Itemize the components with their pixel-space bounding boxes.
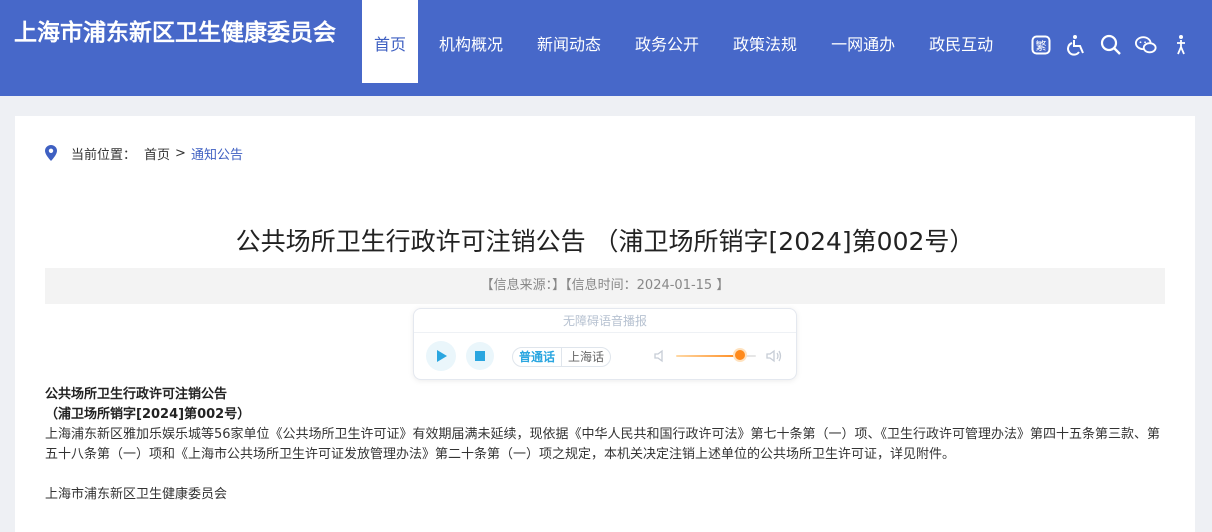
body-signature: 上海市浦东新区卫生健康委员会 bbox=[45, 487, 228, 502]
traditional-chinese-icon[interactable]: 繁 bbox=[1030, 34, 1052, 56]
breadcrumb-current[interactable]: 通知公告 bbox=[191, 144, 243, 163]
accessibility-icon[interactable] bbox=[1065, 34, 1087, 56]
nav-home[interactable]: 首页 bbox=[362, 0, 418, 83]
play-icon bbox=[437, 350, 447, 362]
volume-low-icon[interactable] bbox=[654, 349, 668, 363]
body-heading-2: （浦卫场所销字[2024]第002号） bbox=[45, 407, 251, 422]
article-meta: 【信息来源：】【信息时间：2024-01-15 】 bbox=[45, 268, 1165, 304]
nav-policies[interactable]: 政策法规 bbox=[716, 0, 814, 83]
site-title[interactable]: 上海市浦东新区卫生健康委员会 bbox=[14, 13, 336, 47]
main-content: 当前位置： 首页 > 通知公告 公共场所卫生行政许可注销公告 （浦卫场所销字[2… bbox=[15, 116, 1195, 532]
main-nav: 首页 机构概况 新闻动态 政务公开 政策法规 一网通办 政民互动 bbox=[362, 0, 1010, 83]
article-title: 公共场所卫生行政许可注销公告 （浦卫场所销字[2024]第002号） bbox=[235, 227, 975, 256]
stop-icon bbox=[475, 351, 485, 361]
player-title: 无障碍语音播报 bbox=[414, 309, 796, 333]
breadcrumb-home[interactable]: 首页 bbox=[144, 144, 170, 163]
location-pin-icon bbox=[45, 145, 57, 161]
svg-text:繁: 繁 bbox=[1036, 39, 1047, 53]
breadcrumb-separator: > bbox=[175, 145, 186, 161]
stop-button[interactable] bbox=[466, 342, 494, 370]
nav-online-services[interactable]: 一网通办 bbox=[814, 0, 912, 83]
language-toggle: 普通话 上海话 bbox=[512, 347, 612, 367]
volume-knob[interactable] bbox=[735, 350, 745, 360]
play-button[interactable] bbox=[426, 341, 456, 371]
lang-shanghainese[interactable]: 上海话 bbox=[562, 348, 610, 366]
audio-player: 无障碍语音播报 普通话 上海话 bbox=[413, 308, 797, 380]
article-body: 公共场所卫生行政许可注销公告 （浦卫场所销字[2024]第002号） 上海浦东新… bbox=[45, 385, 1167, 505]
nav-government-affairs[interactable]: 政务公开 bbox=[618, 0, 716, 83]
wechat-icon[interactable] bbox=[1135, 34, 1157, 56]
nav-organization[interactable]: 机构概况 bbox=[422, 0, 520, 83]
elder-mode-icon[interactable] bbox=[1170, 34, 1192, 56]
body-heading-1: 公共场所卫生行政许可注销公告 bbox=[45, 387, 228, 402]
volume-high-icon[interactable] bbox=[766, 349, 784, 363]
breadcrumb: 当前位置： 首页 > 通知公告 bbox=[45, 144, 243, 163]
nav-news[interactable]: 新闻动态 bbox=[520, 0, 618, 83]
body-paragraph: 上海浦东新区雅加乐娱乐城等56家单位《公共场所卫生许可证》有效期届满未延续，现依… bbox=[45, 427, 1161, 462]
breadcrumb-label: 当前位置： bbox=[71, 147, 137, 163]
header-tools: 繁 bbox=[1030, 34, 1205, 56]
lang-mandarin[interactable]: 普通话 bbox=[513, 348, 563, 366]
site-header: 上海市浦东新区卫生健康委员会 首页 机构概况 新闻动态 政务公开 政策法规 一网… bbox=[0, 0, 1212, 96]
nav-interaction[interactable]: 政民互动 bbox=[912, 0, 1010, 83]
search-icon[interactable] bbox=[1100, 34, 1122, 56]
